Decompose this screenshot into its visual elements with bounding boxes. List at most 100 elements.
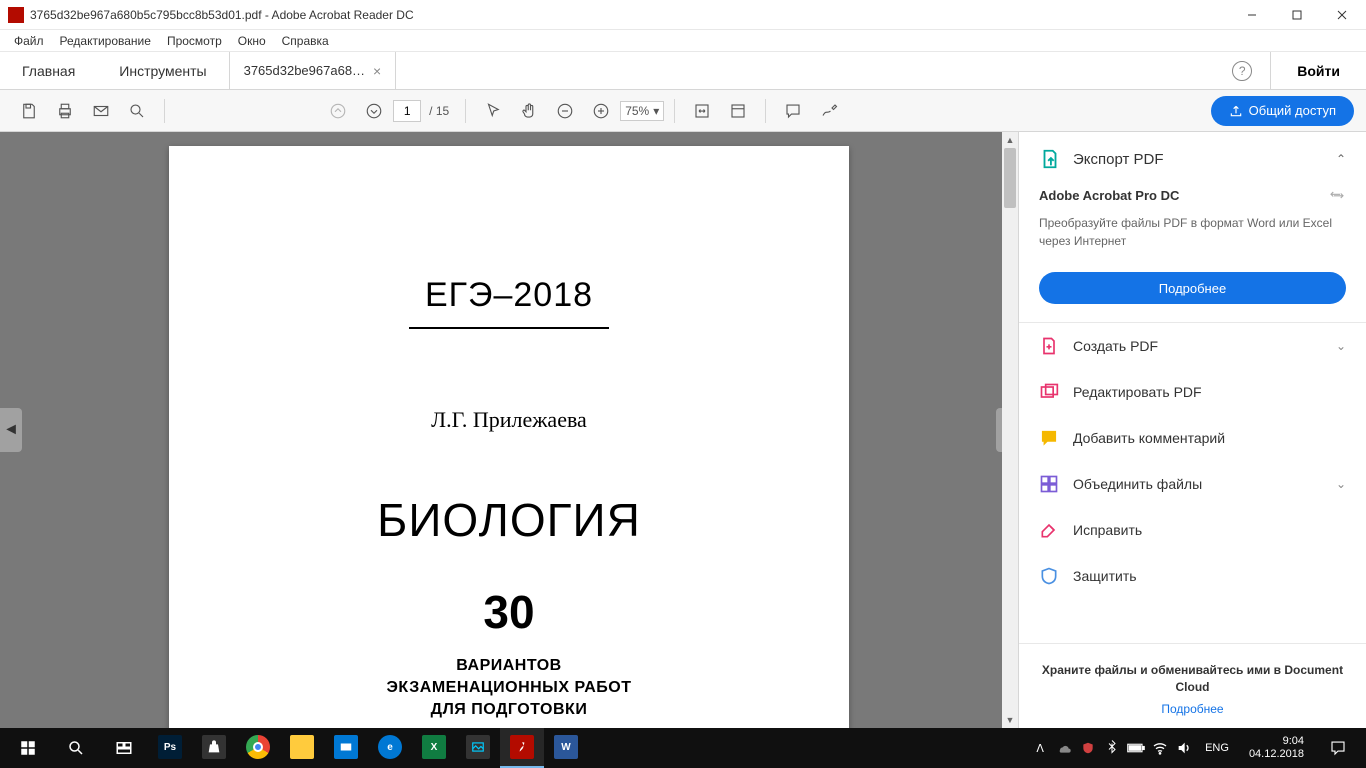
tab-document-label: 3765d32be967a68…: [244, 63, 365, 78]
doc-sub3: ДЛЯ ПОДГОТОВКИ: [431, 701, 588, 719]
tray-onedrive-icon[interactable]: [1055, 739, 1073, 757]
tab-close-icon[interactable]: ×: [373, 63, 381, 79]
menu-file[interactable]: Файл: [6, 32, 52, 50]
search-icon[interactable]: [120, 94, 154, 128]
share-button[interactable]: Общий доступ: [1211, 96, 1354, 126]
taskbar-app-chrome[interactable]: [236, 728, 280, 768]
tray-clock[interactable]: 9:04 04.12.2018: [1241, 735, 1312, 761]
tool-combine-label: Объединить файлы: [1073, 476, 1202, 492]
share-label: Общий доступ: [1249, 103, 1336, 118]
tab-home[interactable]: Главная: [0, 52, 97, 89]
chevron-up-icon: ⌃: [1336, 152, 1346, 166]
taskbar-app-word[interactable]: W: [544, 728, 588, 768]
menu-edit[interactable]: Редактирование: [52, 32, 159, 50]
toolbar: / 15 75% ▾ Общий доступ: [0, 90, 1366, 132]
tray-notifications-icon[interactable]: [1318, 728, 1358, 768]
tool-combine[interactable]: Объединить файлы ⌄: [1019, 461, 1366, 507]
help-icon[interactable]: ?: [1232, 61, 1252, 81]
page-total-label: / 15: [429, 104, 449, 118]
page-down-icon[interactable]: [357, 94, 391, 128]
menu-view[interactable]: Просмотр: [159, 32, 230, 50]
tool-redact-label: Исправить: [1073, 522, 1142, 538]
vertical-scrollbar[interactable]: ▲ ▼: [1002, 132, 1018, 728]
scroll-up-icon[interactable]: ▲: [1002, 132, 1018, 148]
print-icon[interactable]: [48, 94, 82, 128]
hand-icon[interactable]: [512, 94, 546, 128]
panel-cta-button[interactable]: Подробнее: [1039, 272, 1346, 304]
email-icon[interactable]: [84, 94, 118, 128]
start-button[interactable]: [4, 728, 52, 768]
doc-title: БИОЛОГИЯ: [377, 493, 641, 547]
taskbar-app-photoshop[interactable]: Ps: [148, 728, 192, 768]
close-button[interactable]: [1319, 0, 1364, 29]
minimize-button[interactable]: [1229, 0, 1274, 29]
zoom-dropdown[interactable]: 75% ▾: [620, 101, 664, 121]
tab-document[interactable]: 3765d32be967a68… ×: [229, 52, 397, 89]
taskbar-app-store[interactable]: [192, 728, 236, 768]
chevron-down-icon: ⌄: [1336, 477, 1346, 491]
page-up-icon[interactable]: [321, 94, 355, 128]
tool-create-pdf[interactable]: Создать PDF ⌄: [1019, 323, 1366, 369]
tab-tools[interactable]: Инструменты: [97, 52, 228, 89]
tray-volume-icon[interactable]: [1175, 739, 1193, 757]
doc-sub2: ЭКЗАМЕНАЦИОННЫХ РАБОТ: [387, 679, 632, 697]
panel-product-name: Adobe Acrobat Pro DC: [1039, 188, 1179, 203]
taskbar-app-edge[interactable]: e: [368, 728, 412, 768]
taskbar-app-photos[interactable]: [456, 728, 500, 768]
panel-footer: Храните файлы и обменивайтесь ими в Docu…: [1019, 643, 1366, 728]
comment-tool-icon: [1039, 428, 1059, 448]
maximize-button[interactable]: [1274, 0, 1319, 29]
tool-comment[interactable]: Добавить комментарий: [1019, 415, 1366, 461]
pdf-page: ЕГЭ–2018 Л.Г. Прилежаева БИОЛОГИЯ 30 ВАР…: [169, 146, 849, 728]
search-button[interactable]: [52, 728, 100, 768]
comment-icon[interactable]: [776, 94, 810, 128]
tray-security-icon[interactable]: [1079, 739, 1097, 757]
combine-icon: [1039, 474, 1059, 494]
document-viewport[interactable]: ◄ ЕГЭ–2018 Л.Г. Прилежаева БИОЛОГИЯ 30 В…: [0, 132, 1018, 728]
menu-window[interactable]: Окно: [230, 32, 274, 50]
tool-protect[interactable]: Защитить: [1019, 553, 1366, 599]
cursor-icon[interactable]: [476, 94, 510, 128]
sign-icon[interactable]: [812, 94, 846, 128]
menu-help[interactable]: Справка: [274, 32, 337, 50]
tray-wifi-icon[interactable]: [1151, 739, 1169, 757]
taskbar-app-acrobat[interactable]: [500, 728, 544, 768]
tray-bluetooth-icon[interactable]: [1103, 739, 1121, 757]
menubar: Файл Редактирование Просмотр Окно Справк…: [0, 30, 1366, 52]
tray-language[interactable]: ENG: [1199, 742, 1235, 754]
panel-footer-text: Храните файлы и обменивайтесь ими в Docu…: [1039, 662, 1346, 696]
panel-export-header[interactable]: Экспорт PDF ⌃: [1019, 132, 1366, 186]
panel-export-body: Adobe Acrobat Pro DC Преобразуйте файлы …: [1019, 186, 1366, 323]
page-number-input[interactable]: [393, 100, 421, 122]
tool-edit-pdf[interactable]: Редактировать PDF: [1019, 369, 1366, 415]
system-tray: ᐱ ENG 9:04 04.12.2018: [1031, 728, 1362, 768]
tool-redact[interactable]: Исправить: [1019, 507, 1366, 553]
tool-edit-label: Редактировать PDF: [1073, 384, 1202, 400]
panel-description: Преобразуйте файлы PDF в формат Word или…: [1039, 214, 1346, 250]
create-pdf-icon: [1039, 336, 1059, 356]
doc-heading-rule: [409, 327, 609, 329]
window-titlebar: 3765d32be967a680b5c795bcc8b53d01.pdf - A…: [0, 0, 1366, 30]
zoom-out-icon[interactable]: [548, 94, 582, 128]
tray-battery-icon[interactable]: [1127, 739, 1145, 757]
zoom-in-icon[interactable]: [584, 94, 618, 128]
scroll-thumb[interactable]: [1004, 148, 1016, 208]
task-view-button[interactable]: [100, 728, 148, 768]
swap-icon[interactable]: [1328, 186, 1346, 204]
tray-chevron-up-icon[interactable]: ᐱ: [1031, 739, 1049, 757]
prev-page-arrow[interactable]: ◄: [0, 408, 22, 452]
taskbar-app-mail[interactable]: [324, 728, 368, 768]
scroll-down-icon[interactable]: ▼: [1002, 712, 1018, 728]
fit-width-icon[interactable]: [685, 94, 719, 128]
window-title: 3765d32be967a680b5c795bcc8b53d01.pdf - A…: [30, 8, 1229, 22]
redact-icon: [1039, 520, 1059, 540]
fit-page-icon[interactable]: [721, 94, 755, 128]
save-icon[interactable]: [12, 94, 46, 128]
edit-pdf-icon: [1039, 382, 1059, 402]
tabs-row: Главная Инструменты 3765d32be967a68… × ?…: [0, 52, 1366, 90]
panel-footer-link[interactable]: Подробнее: [1039, 702, 1346, 716]
taskbar-app-explorer[interactable]: [280, 728, 324, 768]
taskbar-app-excel[interactable]: X: [412, 728, 456, 768]
login-button[interactable]: Войти: [1270, 52, 1366, 89]
panel-header-label: Экспорт PDF: [1073, 151, 1324, 168]
